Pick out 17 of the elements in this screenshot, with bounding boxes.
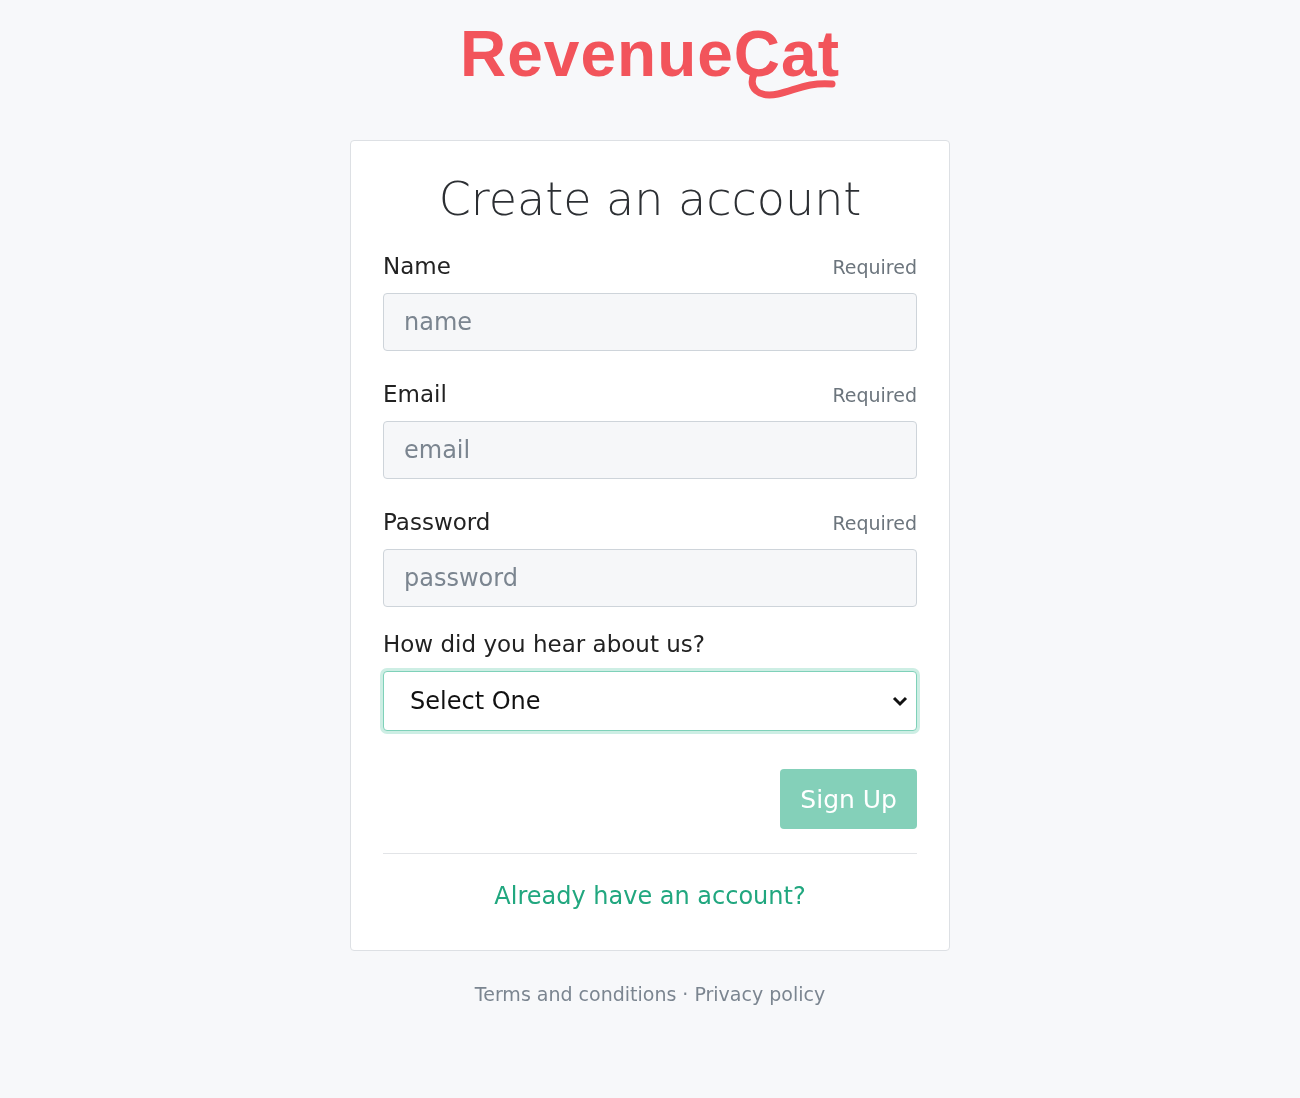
logo: RevenueCat: [460, 18, 840, 90]
input-field[interactable]: name: [383, 293, 917, 351]
footer-link[interactable]: Privacy policy: [694, 983, 826, 1005]
login-link[interactable]: Already have an account?: [494, 882, 806, 910]
card-title: Create an account: [437, 171, 863, 227]
field-label: Email: [383, 381, 447, 407]
field-label: Name: [383, 253, 451, 279]
field-label: How did you hear about us?: [383, 631, 705, 657]
field-label: Password: [383, 509, 491, 535]
footer-link[interactable]: Terms and conditions: [474, 983, 677, 1005]
required-hint: Required: [832, 256, 917, 278]
select-field[interactable]: Select One: [383, 671, 917, 731]
input-field[interactable]: password: [383, 549, 917, 607]
required-hint: Required: [832, 512, 917, 534]
input-field[interactable]: email: [383, 421, 917, 479]
required-hint: Required: [832, 384, 917, 406]
separator: ·: [682, 983, 689, 1005]
